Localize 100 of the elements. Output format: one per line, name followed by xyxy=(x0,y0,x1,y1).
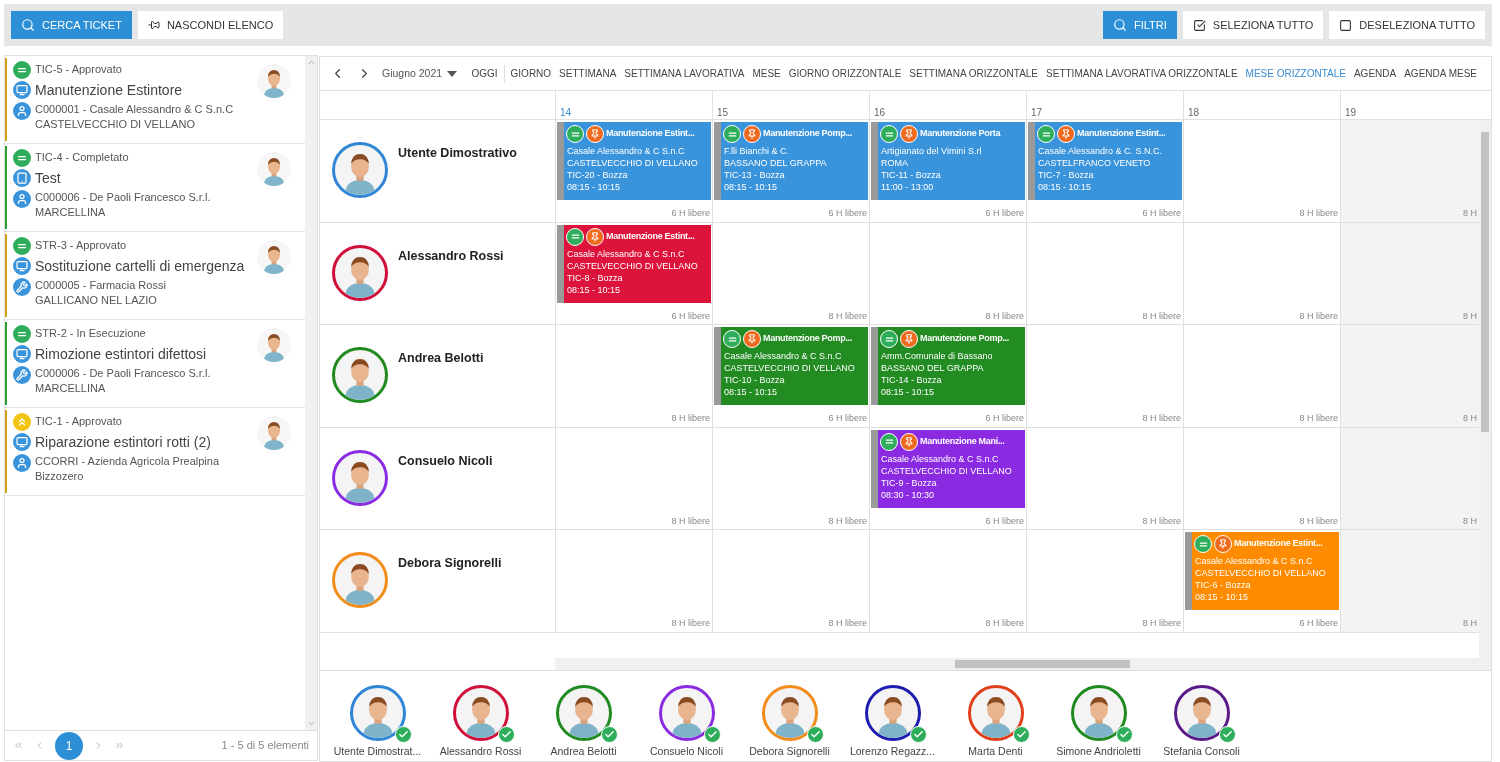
resource-name: Simone Andrioletti xyxy=(1056,744,1141,759)
ticket-code: STR-3 - Approvato xyxy=(35,238,127,254)
event-customer: Casale Alessandro & C S.n.C xyxy=(567,247,686,260)
resource-name: Alessandro Rossi xyxy=(398,247,504,265)
toolbar-button[interactable]: DESELEZIONA TUTTO xyxy=(1329,11,1485,39)
ticket-title: Test xyxy=(35,168,61,188)
event-ticket: TIC-9 - Bozza xyxy=(881,476,938,489)
toolbar-button[interactable]: FILTRI xyxy=(1103,11,1177,39)
event-ticket: TIC-10 - Bozza xyxy=(724,374,786,386)
view-tab[interactable]: OGGI xyxy=(467,66,502,81)
free-hours: 8 H xyxy=(1463,412,1478,425)
event-card[interactable]: Manutenzione Mani... Casale Alessandro & C S.n.C CASTELVECCHIO DI VELLANO TIC-9 - Bozza 08:30 - 10:30 xyxy=(871,429,1025,508)
view-tab[interactable]: MESE ORIZZONTALE xyxy=(1241,66,1350,81)
view-tab[interactable]: AGENDA MESE xyxy=(1400,66,1481,81)
ticket-card[interactable]: TIC-4 - Completato Test C000006 - De Paoli Francesco S.r.l. MARCELLINA xyxy=(5,144,305,232)
period-selector[interactable]: Giugno 2021 xyxy=(382,65,458,82)
event-ticket: TIC-14 - Bozza xyxy=(881,374,943,386)
event-time: 08:15 - 10:15 xyxy=(567,283,622,296)
ticket-card[interactable]: STR-3 - Approvato Sostituzione cartelli di emergenza C000005 - Farmacia Rossi GALLICANO NEL LAZIO xyxy=(5,232,305,320)
event-ticket: TIC-7 - Bozza xyxy=(1038,169,1095,181)
ticket-title: Rimozione estintori difettosi xyxy=(35,344,207,364)
ticket-card[interactable]: TIC-1 - Approvato Riparazione estintori rotti (2) CCORRI - Azienda Agricola Prealpina Bizzozero xyxy=(5,408,305,496)
event-time: 08:15 - 10:15 xyxy=(1195,591,1250,603)
equals-icon xyxy=(723,125,741,143)
view-tab[interactable]: AGENDA xyxy=(1349,66,1401,81)
pin-icon xyxy=(1057,125,1075,143)
pin-icon xyxy=(586,125,604,143)
view-tab[interactable]: SETTIMANA LAVORATIVA xyxy=(620,66,749,81)
free-hours: 8 H xyxy=(1463,309,1478,323)
view-tab[interactable]: GIORNO xyxy=(506,66,556,81)
event-time: 08:15 - 10:15 xyxy=(724,181,779,193)
ticket-city: MARCELLINA xyxy=(35,381,107,396)
search-icon xyxy=(1113,18,1127,32)
equals-icon xyxy=(566,125,584,143)
free-hours: 8 H xyxy=(1463,617,1478,630)
ticket-card[interactable]: TIC-5 - Approvato Manutenzione Estintore C000001 - Casale Alessandro & C S.n.C CASTELVECCHIO DI VELLANO xyxy=(5,56,305,144)
ticket-customer: C000001 - Casale Alessandro & C S.n.C xyxy=(35,102,234,117)
view-tab[interactable]: MESE xyxy=(748,66,785,81)
toolbar-button[interactable]: SELEZIONA TUTTO xyxy=(1182,11,1324,39)
resource-name: Utente Dimostrativo xyxy=(398,145,517,162)
pin-icon xyxy=(743,125,761,143)
pin-icon xyxy=(900,330,918,348)
scrollbar-thumb[interactable] xyxy=(1481,132,1489,432)
last-page-icon[interactable] xyxy=(114,740,125,751)
first-page-icon[interactable] xyxy=(13,740,24,751)
toolbar-button[interactable]: CERCA TICKET xyxy=(11,11,132,39)
event-time: 08:15 - 10:15 xyxy=(567,181,622,193)
resource-name: Marta Denti xyxy=(968,744,1023,759)
free-hours: 6 H libere xyxy=(671,207,711,220)
view-tab[interactable]: SETTIMANA xyxy=(555,66,621,81)
free-hours: 8 H libere xyxy=(671,412,711,425)
event-customer: Casale Alessandro & C. S.N.C. xyxy=(1038,145,1164,157)
free-hours: 8 H libere xyxy=(1299,412,1339,425)
scroll-up-icon[interactable] xyxy=(306,58,316,67)
view-tab[interactable]: SETTIMANA ORIZZONTALE xyxy=(905,66,1043,81)
event-time: 08:30 - 10:30 xyxy=(881,488,936,501)
vertical-scrollbar[interactable] xyxy=(1479,120,1491,658)
free-hours: 6 H libere xyxy=(1142,207,1182,220)
ticket-city: Bizzozero xyxy=(35,469,85,484)
event-card[interactable]: Manutenzione Pomp... Amm.Comunale di Bassano BASSANO DEL GRAPPA TIC-14 - Bozza 08:15 - 10:15 xyxy=(871,327,1025,405)
ticket-code: TIC-1 - Approvato xyxy=(35,414,122,430)
toolbar-button[interactable]: NASCONDI ELENCO xyxy=(137,11,284,39)
free-hours: 8 H libere xyxy=(985,309,1025,323)
event-city: CASTELVECCHIO DI VELLANO xyxy=(1195,567,1327,579)
event-city: CASTELVECCHIO DI VELLANO xyxy=(567,259,699,272)
event-customer: Casale Alessandro & C S.n.C xyxy=(567,145,686,157)
free-hours: 8 H libere xyxy=(985,617,1025,630)
pin-icon xyxy=(586,227,604,246)
ticket-city: MARCELLINA xyxy=(35,205,107,220)
view-tab[interactable]: SETTIMANA LAVORATIVA ORIZZONTALE xyxy=(1042,66,1242,81)
equals-icon xyxy=(1037,125,1055,143)
scrollbar-thumb[interactable] xyxy=(955,660,1130,668)
scroll-down-icon[interactable] xyxy=(306,719,316,728)
event-title: Manutenzione Pomp... xyxy=(920,332,1009,346)
ticket-customer: C000006 - De Paoli Francesco S.r.l. xyxy=(35,366,211,381)
day-label: 16 xyxy=(874,107,886,118)
free-hours: 6 H libere xyxy=(671,309,711,323)
event-time: 11:00 - 13:00 xyxy=(881,181,935,193)
event-ticket: TIC-6 - Bozza xyxy=(1195,579,1252,591)
ticket-city: GALLICANO NEL LAZIO xyxy=(35,293,158,308)
event-card[interactable]: Manutenzione Pomp... Casale Alessandro & C S.n.C CASTELVECCHIO DI VELLANO TIC-10 - Bozza 08:15 - 10:15 xyxy=(714,327,868,405)
resource-name: Andrea Belotti xyxy=(550,744,617,759)
scrollbar[interactable] xyxy=(305,56,317,730)
ticket-card[interactable]: STR-2 - In Esecuzione Rimozione estintori difettosi C000006 - De Paoli Francesco S.r.l. MARCELLINA xyxy=(5,320,305,408)
free-hours: 6 H libere xyxy=(985,514,1025,528)
event-time: 08:15 - 10:15 xyxy=(724,386,779,398)
free-hours: 8 H libere xyxy=(1142,309,1182,323)
view-tab[interactable]: GIORNO ORIZZONTALE xyxy=(784,66,906,81)
ticket-code: STR-2 - In Esecuzione xyxy=(35,326,146,342)
free-hours: 6 H libere xyxy=(985,412,1025,425)
resource-name: Stefania Consoli xyxy=(1163,744,1240,759)
ticket-city: CASTELVECCHIO DI VELLANO xyxy=(35,117,196,132)
assignee-avatar xyxy=(257,240,291,274)
horizontal-scrollbar[interactable] xyxy=(555,658,1491,670)
pager-summary: 1 - 5 di 5 elementi xyxy=(221,738,309,754)
event-city: ROMA xyxy=(881,157,909,169)
event-title: Manutenzione Estint... xyxy=(606,127,695,141)
equals-icon xyxy=(880,330,898,348)
event-card[interactable]: Manutenzione Estint... Casale Alessandro & C S.n.C CASTELVECCHIO DI VELLANO TIC-8 - Bozza 08:15 - 10:15 xyxy=(557,224,711,303)
page-button[interactable]: 1 xyxy=(55,731,83,760)
